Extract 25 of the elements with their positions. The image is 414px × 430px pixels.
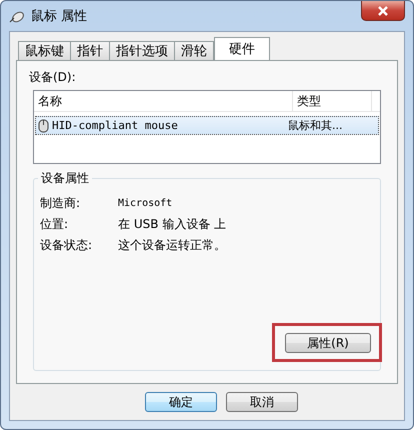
tab[interactable]: 滑轮 xyxy=(174,41,214,60)
field-label: 设备状态: xyxy=(40,237,94,254)
device-type: 鼠标和其... xyxy=(287,118,344,133)
field-value: Microsoft xyxy=(118,198,172,209)
properties-button[interactable]: 属性(R) xyxy=(285,333,371,353)
group-title: 设备属性 xyxy=(38,170,92,187)
close-icon xyxy=(377,6,389,16)
field-value: 这个设备运转正常。 xyxy=(118,237,226,254)
tab[interactable]: 指针 xyxy=(70,41,110,60)
tab[interactable]: 指针选项 xyxy=(109,41,175,60)
column-header[interactable]: 名称 xyxy=(34,91,293,111)
device-name: HID-compliant mouse xyxy=(52,119,178,132)
field-label: 位置: xyxy=(40,216,70,233)
dialog-button[interactable]: 取消 xyxy=(226,392,298,412)
dialog-button[interactable]: 确定 xyxy=(145,392,217,412)
column-header[interactable]: 类型 xyxy=(293,91,372,111)
close-button[interactable] xyxy=(361,1,405,21)
window-title: 鼠标 属性 xyxy=(31,8,88,25)
device-list-label: 设备(D): xyxy=(29,69,77,86)
tab[interactable]: 鼠标键 xyxy=(18,41,71,60)
tab[interactable]: 硬件 xyxy=(214,37,270,60)
field-value: 在 USB 输入设备 上 xyxy=(118,216,226,233)
device-list[interactable]: 名称 类型 HID-compliant mouse 鼠标和其... xyxy=(33,90,381,164)
device-row[interactable]: HID-compliant mouse 鼠标和其... xyxy=(35,116,379,135)
field-label: 制造商: xyxy=(40,195,82,212)
